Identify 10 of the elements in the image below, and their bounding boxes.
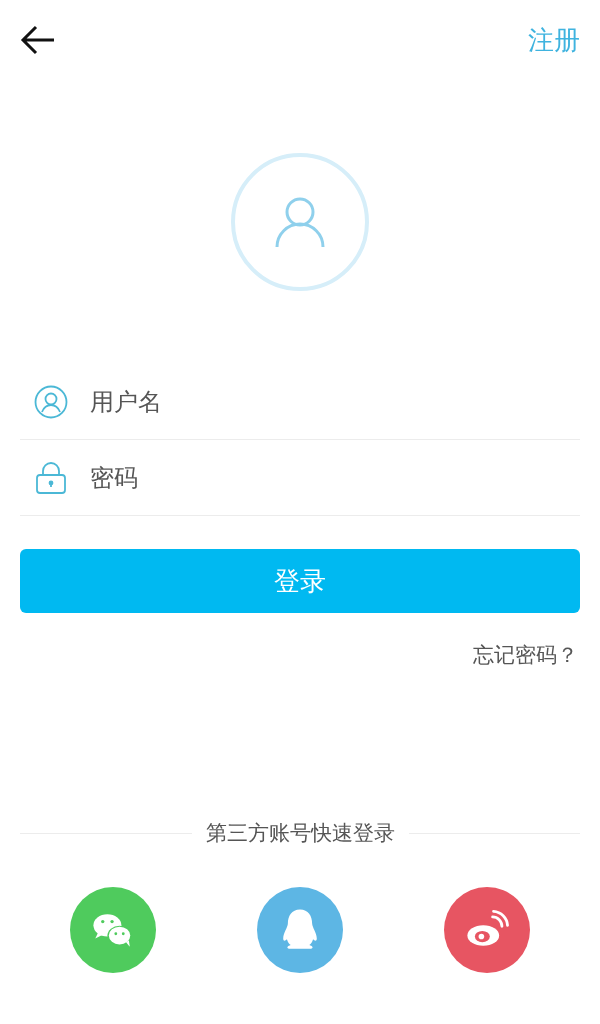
back-arrow-icon[interactable]: [20, 25, 56, 55]
lock-icon: [34, 460, 68, 495]
text-field[interactable]: 用户名: [88, 386, 580, 417]
user-icon: [34, 384, 68, 419]
text-field[interactable]: 密码: [88, 462, 580, 493]
register-link[interactable]: 注册: [528, 22, 580, 58]
login-button[interactable]: 登录: [20, 549, 580, 613]
avatar-icon: [230, 152, 370, 292]
section-title: 第三方账号快速登录: [205, 820, 395, 847]
forgot-password-link[interactable]: 忘记密码？: [473, 641, 578, 669]
